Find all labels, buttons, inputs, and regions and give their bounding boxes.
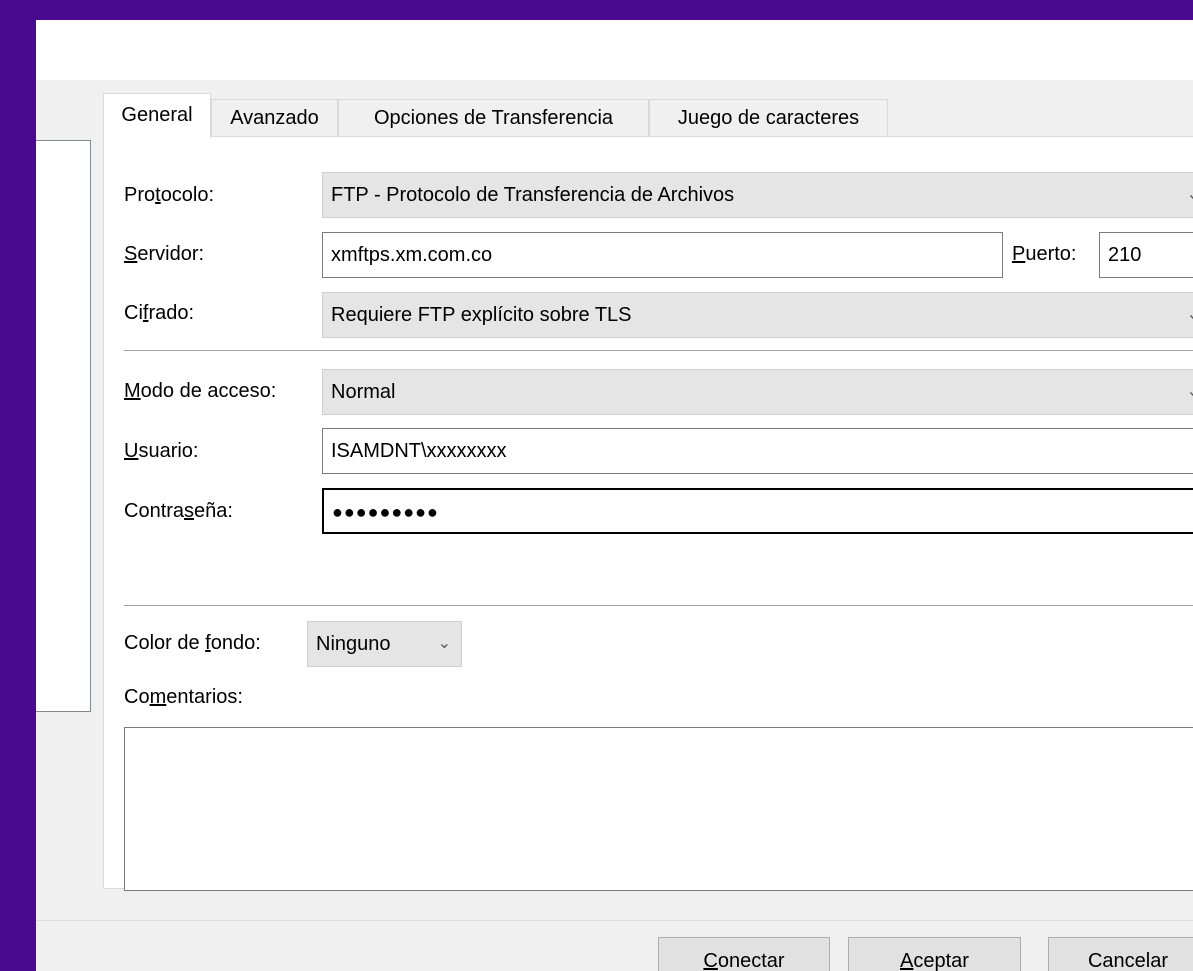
connect-button[interactable]: Conectar (658, 937, 830, 971)
bg-color-select[interactable]: Ninguno ⌄ (307, 621, 462, 667)
chevron-down-icon: ⌄ (437, 635, 451, 652)
footer-separator (36, 920, 1193, 921)
general-tab-panel: Protocolo: FTP - Protocolo de Transferen… (103, 136, 1193, 891)
site-manager-dialog: General Avanzado Opciones de Transferenc… (36, 20, 1193, 971)
password-input[interactable]: ●●●●●●●●● (322, 488, 1193, 534)
protocol-label: Protocolo: (124, 184, 215, 206)
protocol-value: FTP - Protocolo de Transferencia de Arch… (331, 184, 735, 206)
user-label: Usuario: (124, 440, 199, 462)
chevron-down-icon: ⌄ (1187, 293, 1193, 337)
server-input[interactable]: xmftps.xm.com.co (322, 232, 1003, 278)
password-value: ●●●●●●●●● (332, 502, 439, 522)
chevron-down-icon: ⌄ (1187, 173, 1193, 217)
access-mode-label: Modo de acceso: (124, 380, 277, 402)
user-value: ISAMDNT\xxxxxxxx (331, 440, 507, 462)
access-mode-value: Normal (331, 381, 396, 403)
server-label: Servidor: (124, 243, 205, 265)
cancel-button[interactable]: Cancelar (1048, 937, 1193, 971)
comments-textarea[interactable]: ⌃ ⌄ (124, 727, 1193, 891)
tab-opciones-transferencia[interactable]: Opciones de Transferencia (338, 99, 649, 136)
bg-color-label: Color de fondo: (124, 632, 261, 654)
user-input[interactable]: ISAMDNT\xxxxxxxx (322, 428, 1193, 474)
tab-juego-caracteres[interactable]: Juego de caracteres (649, 99, 888, 136)
tab-avanzado[interactable]: Avanzado (211, 99, 338, 136)
encryption-label: Cifrado: (124, 302, 195, 324)
tab-general[interactable]: General (103, 93, 211, 138)
port-value: 210 (1108, 244, 1142, 266)
access-mode-select[interactable]: Normal ⌄ (322, 369, 1193, 415)
server-value: xmftps.xm.com.co (331, 244, 493, 266)
bg-color-value: Ninguno (316, 633, 391, 655)
dialog-titlebar (36, 20, 1193, 80)
password-label: Contraseña: (124, 500, 233, 522)
site-tree-panel[interactable] (36, 140, 91, 712)
protocol-select[interactable]: FTP - Protocolo de Transferencia de Arch… (322, 172, 1193, 218)
separator (124, 350, 1193, 351)
comments-label: Comentarios: (124, 686, 243, 708)
port-input[interactable]: 210 (1099, 232, 1193, 278)
accept-button[interactable]: Aceptar (848, 937, 1021, 971)
chevron-down-icon: ⌄ (1187, 370, 1193, 414)
encryption-value: Requiere FTP explícito sobre TLS (331, 304, 632, 326)
separator (124, 605, 1193, 606)
port-label: Puerto: (1012, 243, 1077, 265)
encryption-select[interactable]: Requiere FTP explícito sobre TLS ⌄ (322, 292, 1193, 338)
